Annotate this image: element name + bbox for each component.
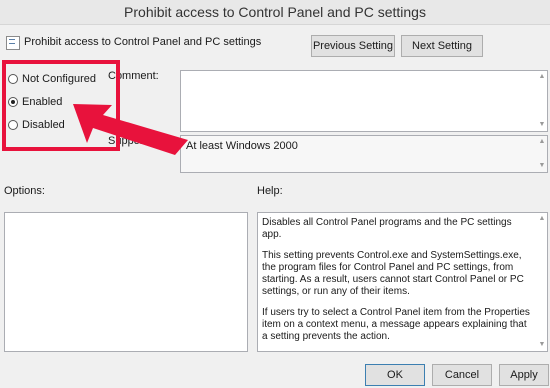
annotation-arrow-icon [73,104,188,155]
